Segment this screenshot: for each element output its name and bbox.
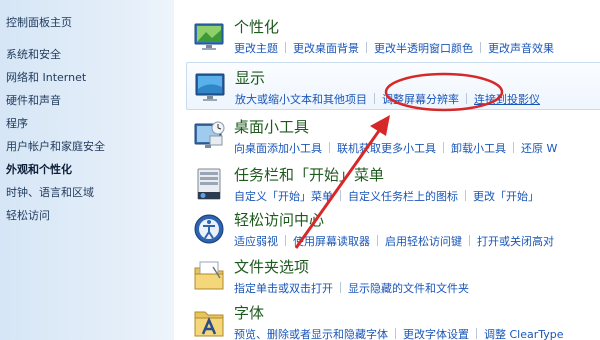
category-title[interactable]: 任务栏和「开始」菜单 bbox=[234, 164, 384, 185]
sidebar-item-programs[interactable]: 程序 bbox=[6, 115, 28, 131]
separator bbox=[480, 42, 481, 53]
separator bbox=[366, 42, 367, 53]
link-uninstall-gadget[interactable]: 卸载小工具 bbox=[451, 142, 506, 155]
link-change-window-color[interactable]: 更改半透明窗口颜色 bbox=[374, 42, 473, 55]
sidebar-item-ease-of-access[interactable]: 轻松访问 bbox=[6, 207, 50, 223]
link-show-hidden-files[interactable]: 显示隐藏的文件和文件夹 bbox=[348, 282, 469, 295]
link-customize-taskbar-icons[interactable]: 自定义任务栏上的图标 bbox=[348, 190, 458, 203]
link-single-double-click[interactable]: 指定单击或双击打开 bbox=[234, 282, 333, 295]
separator bbox=[469, 235, 470, 246]
link-change-start-menu[interactable]: 更改「开始」 bbox=[473, 190, 539, 203]
separator bbox=[476, 328, 477, 339]
category-personalization: 个性化 更改主题 更改桌面背景 更改半透明窗口颜色 更改声音效果 bbox=[182, 12, 600, 60]
separator bbox=[340, 190, 341, 201]
main-panel: 个性化 更改主题 更改桌面背景 更改半透明窗口颜色 更改声音效果 显示 放大或缩小文本… bbox=[174, 0, 600, 340]
category-links: 预览、删除或者显示和隐藏字体 更改字体设置 调整 ClearType bbox=[234, 326, 564, 340]
gadgets-icon[interactable] bbox=[192, 118, 228, 154]
category-display: 显示 放大或缩小文本和其他项目 调整屏幕分辨率 连接到投影仪 bbox=[186, 62, 600, 110]
link-change-desktop-background[interactable]: 更改桌面背景 bbox=[293, 42, 359, 55]
folder-options-icon[interactable] bbox=[192, 258, 228, 294]
link-connect-projector[interactable]: 连接到投影仪 bbox=[474, 93, 540, 106]
sidebar-item-control-panel-home[interactable]: 控制面板主页 bbox=[6, 14, 72, 30]
category-folder-options: 文件夹选项 指定单击或双击打开 显示隐藏的文件和文件夹 bbox=[182, 252, 600, 300]
link-adjust-screen-resolution[interactable]: 调整屏幕分辨率 bbox=[382, 93, 459, 106]
sidebar: 控制面板主页 系统和安全 网络和 Internet 硬件和声音 程序 用户帐户和… bbox=[0, 0, 174, 340]
link-add-gadgets[interactable]: 向桌面添加小工具 bbox=[234, 142, 322, 155]
category-title[interactable]: 字体 bbox=[234, 302, 264, 323]
link-text-size[interactable]: 放大或缩小文本和其他项目 bbox=[235, 93, 367, 106]
link-change-theme[interactable]: 更改主题 bbox=[234, 42, 278, 55]
sidebar-item-system-security[interactable]: 系统和安全 bbox=[6, 46, 61, 62]
ease-of-access-icon[interactable] bbox=[192, 211, 228, 247]
link-restore-gadgets[interactable]: 还原 W bbox=[521, 142, 557, 155]
sidebar-item-hardware-sound[interactable]: 硬件和声音 bbox=[6, 92, 61, 108]
fonts-icon[interactable] bbox=[192, 304, 228, 340]
separator bbox=[443, 142, 444, 153]
link-customize-start-menu[interactable]: 自定义「开始」菜单 bbox=[234, 190, 333, 203]
separator bbox=[340, 282, 341, 293]
link-ease-of-access-keys[interactable]: 启用轻松访问键 bbox=[385, 235, 462, 248]
link-high-contrast[interactable]: 打开或关闭高对 bbox=[477, 235, 554, 248]
category-title[interactable]: 桌面小工具 bbox=[234, 116, 309, 137]
link-change-sounds[interactable]: 更改声音效果 bbox=[488, 42, 554, 55]
category-title[interactable]: 个性化 bbox=[234, 16, 279, 37]
category-links: 指定单击或双击打开 显示隐藏的文件和文件夹 bbox=[234, 280, 469, 296]
link-adjust-cleartype[interactable]: 调整 ClearType bbox=[484, 328, 564, 340]
category-title[interactable]: 文件夹选项 bbox=[234, 256, 309, 277]
separator bbox=[377, 235, 378, 246]
separator bbox=[374, 93, 375, 104]
category-taskbar-start-menu: 任务栏和「开始」菜单 自定义「开始」菜单 自定义任务栏上的图标 更改「开始」 bbox=[182, 160, 600, 208]
category-links: 适应弱视 使用屏幕读取器 启用轻松访问键 打开或关闭高对 bbox=[234, 233, 554, 249]
category-title[interactable]: 显示 bbox=[235, 67, 265, 88]
category-ease-of-access: 轻松访问中心 适应弱视 使用屏幕读取器 启用轻松访问键 打开或关闭高对 bbox=[182, 205, 600, 253]
sidebar-item-clock-language-region[interactable]: 时钟、语言和区域 bbox=[6, 184, 94, 200]
separator bbox=[285, 42, 286, 53]
category-title[interactable]: 轻松访问中心 bbox=[234, 209, 324, 230]
link-preview-fonts[interactable]: 预览、删除或者显示和隐藏字体 bbox=[234, 328, 388, 340]
link-change-font-settings[interactable]: 更改字体设置 bbox=[403, 328, 469, 340]
category-links: 向桌面添加小工具 联机获取更多小工具 卸载小工具 还原 W bbox=[234, 140, 557, 156]
link-screen-reader[interactable]: 使用屏幕读取器 bbox=[293, 235, 370, 248]
personalization-icon[interactable] bbox=[192, 18, 228, 54]
link-get-more-gadgets[interactable]: 联机获取更多小工具 bbox=[337, 142, 436, 155]
sidebar-item-user-accounts[interactable]: 用户帐户和家庭安全 bbox=[6, 138, 105, 154]
separator bbox=[395, 328, 396, 339]
category-links: 更改主题 更改桌面背景 更改半透明窗口颜色 更改声音效果 bbox=[234, 40, 554, 56]
category-fonts: 字体 预览、删除或者显示和隐藏字体 更改字体设置 调整 ClearType bbox=[182, 298, 600, 340]
sidebar-item-network-internet[interactable]: 网络和 Internet bbox=[6, 69, 86, 85]
sidebar-item-appearance-personalization[interactable]: 外观和个性化 bbox=[6, 161, 72, 177]
link-low-vision[interactable]: 适应弱视 bbox=[234, 235, 278, 248]
category-links: 放大或缩小文本和其他项目 调整屏幕分辨率 连接到投影仪 bbox=[235, 91, 540, 107]
display-icon[interactable] bbox=[193, 69, 229, 105]
separator bbox=[285, 235, 286, 246]
category-desktop-gadgets: 桌面小工具 向桌面添加小工具 联机获取更多小工具 卸载小工具 还原 W bbox=[182, 112, 600, 160]
separator bbox=[466, 93, 467, 104]
category-links: 自定义「开始」菜单 自定义任务栏上的图标 更改「开始」 bbox=[234, 188, 539, 204]
taskbar-icon[interactable] bbox=[192, 166, 228, 202]
separator bbox=[329, 142, 330, 153]
separator bbox=[513, 142, 514, 153]
separator bbox=[465, 190, 466, 201]
